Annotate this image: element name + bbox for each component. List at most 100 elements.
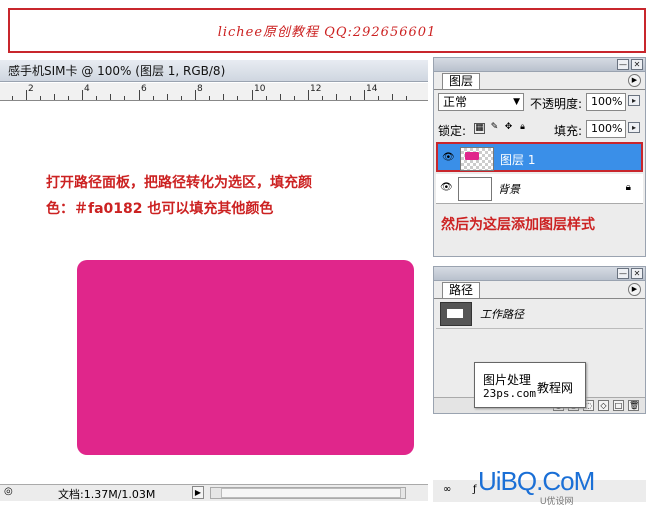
instruction-text: 打开路径面板，把路径转化为选区，填充颜 色：＃fa0182 也可以填充其他颜色	[46, 170, 366, 222]
banner-text: lichee原创教程 QQ:292656601	[217, 25, 437, 40]
fx-icon[interactable]: ƒ	[473, 484, 477, 495]
ruler-tick	[252, 90, 253, 100]
layers-panel-titlebar[interactable]: — ✕	[434, 58, 645, 72]
ruler-minor-tick	[378, 96, 379, 100]
trash-icon[interactable]: 🗑︎	[628, 400, 639, 411]
layer-row[interactable]: 👁︎ 图层 1	[436, 142, 643, 172]
opacity-arrow-icon[interactable]: ▸	[628, 95, 640, 106]
horizontal-ruler[interactable]: 2 4 6 8 10 12 14	[0, 83, 428, 101]
blend-mode-value: 正常	[443, 95, 468, 109]
ruler-minor-tick	[223, 94, 224, 100]
ruler-minor-tick	[350, 96, 351, 100]
path-row[interactable]: 工作路径	[436, 299, 643, 329]
visibility-eye-icon[interactable]: 👁︎	[440, 182, 454, 194]
layer-name: 图层 1	[500, 153, 536, 167]
ruler-minor-tick	[167, 94, 168, 100]
ruler-tick	[308, 90, 309, 100]
watermark-line: 教程网	[537, 381, 574, 395]
path-thumbnail	[440, 302, 472, 326]
opacity-input[interactable]: 100%	[586, 93, 626, 111]
lock-move-icon[interactable]: ✥	[503, 123, 514, 134]
scrollbar-thumb[interactable]	[221, 488, 401, 498]
ruler-minor-tick	[96, 96, 97, 100]
ruler-minor-tick	[12, 96, 13, 100]
ruler-minor-tick	[181, 96, 182, 100]
lock-brush-icon[interactable]: ✎	[489, 123, 500, 134]
ruler-tick	[82, 90, 83, 100]
ruler-tick	[139, 90, 140, 100]
ruler-number: 2	[28, 84, 34, 94]
lock-icon: 🔒︎	[625, 182, 631, 193]
document-canvas[interactable]: 打开路径面板，把路径转化为选区，填充颜 色：＃fa0182 也可以填充其他颜色	[0, 102, 428, 482]
ruler-minor-tick	[54, 94, 55, 100]
document-window: 感手机SIM卡 @ 100% (图层 1, RGB/8) 2 4 6 8 10 …	[0, 60, 428, 511]
lock-label: 锁定:	[438, 124, 467, 138]
layer-row[interactable]: 👁︎ 背景 🔒︎	[436, 174, 643, 204]
ruler-number: 8	[197, 84, 203, 94]
ruler-minor-tick	[280, 94, 281, 100]
opacity-label: 不透明度:	[530, 97, 583, 111]
fill-arrow-icon[interactable]: ▸	[628, 122, 640, 133]
ruler-tick	[195, 90, 196, 100]
watermark-line: 23ps.com	[483, 387, 536, 400]
blend-mode-select[interactable]: 正常 ▼	[438, 93, 524, 111]
ruler-minor-tick	[153, 96, 154, 100]
close-icon[interactable]: ✕	[631, 59, 643, 70]
ruler-minor-tick	[68, 96, 69, 100]
fill-label: 填充:	[554, 124, 583, 138]
paths-panel-titlebar[interactable]: — ✕	[434, 267, 645, 281]
watermark-box: 图片处理 23ps.com 教程网	[474, 362, 586, 408]
layer-thumbnail	[460, 147, 494, 171]
chevron-down-icon: ▼	[513, 97, 520, 107]
ruler-minor-tick	[294, 96, 295, 100]
ruler-minor-tick	[336, 94, 337, 100]
ruler-minor-tick	[209, 96, 210, 100]
ruler-number: 4	[84, 84, 90, 94]
zoom-icon[interactable]: ◎	[4, 486, 13, 497]
minimize-icon[interactable]: —	[617, 59, 629, 70]
filled-rounded-rectangle	[77, 260, 414, 455]
status-menu-arrow-icon[interactable]: ▶	[192, 486, 204, 499]
panel-menu-icon[interactable]: ▶	[628, 74, 641, 87]
tab-layers[interactable]: 图层	[442, 73, 481, 89]
tutorial-banner: lichee原创教程 QQ:292656601	[8, 8, 646, 53]
ruler-tick	[364, 90, 365, 100]
ruler-number: 10	[254, 84, 266, 94]
ruler-number: 14	[366, 84, 378, 94]
horizontal-scrollbar[interactable]	[210, 487, 406, 499]
ruler-minor-tick	[237, 96, 238, 100]
site-logo: UiBQ.CoM	[478, 466, 595, 496]
document-size: 文档:1.37M/1.03M	[58, 488, 156, 501]
tab-paths[interactable]: 路径	[442, 282, 481, 298]
layer-thumbnail	[458, 177, 492, 201]
layer-name: 背景	[498, 183, 520, 196]
layer-style-note: 然后为这层添加图层样式	[441, 217, 595, 233]
watermark-line: 图片处理	[483, 373, 532, 387]
make-work-path-icon[interactable]: ◇	[598, 400, 609, 411]
ruler-number: 6	[141, 84, 147, 94]
ruler-minor-tick	[392, 94, 393, 100]
path-name: 工作路径	[480, 308, 524, 321]
ruler-number: 12	[310, 84, 322, 94]
status-bar: ◎ 文档:1.37M/1.03M ▶	[0, 484, 428, 501]
lock-transparency-icon[interactable]: ▦	[474, 123, 485, 134]
thumbnail-shape	[465, 152, 479, 160]
close-icon[interactable]: ✕	[631, 268, 643, 279]
site-logo-sub: U优设网	[540, 496, 574, 506]
visibility-eye-icon[interactable]: 👁︎	[442, 152, 456, 164]
ruler-tick	[26, 90, 27, 100]
ruler-minor-tick	[110, 94, 111, 100]
new-path-icon[interactable]: □	[613, 400, 624, 411]
path-shape	[447, 309, 463, 318]
fill-input[interactable]: 100%	[586, 120, 626, 138]
ruler-minor-tick	[40, 96, 41, 100]
instruction-line: 打开路径面板，把路径转化为选区，填充颜	[46, 175, 312, 191]
lock-all-icon[interactable]: 🔒︎	[517, 123, 528, 134]
instruction-line: 色：＃fa0182 也可以填充其他颜色	[46, 201, 274, 217]
ruler-minor-tick	[124, 96, 125, 100]
link-icon[interactable]: ∞	[443, 484, 451, 495]
panel-menu-icon[interactable]: ▶	[628, 283, 641, 296]
document-title-bar[interactable]: 感手机SIM卡 @ 100% (图层 1, RGB/8)	[0, 60, 428, 82]
ruler-minor-tick	[406, 96, 407, 100]
minimize-icon[interactable]: —	[617, 268, 629, 279]
